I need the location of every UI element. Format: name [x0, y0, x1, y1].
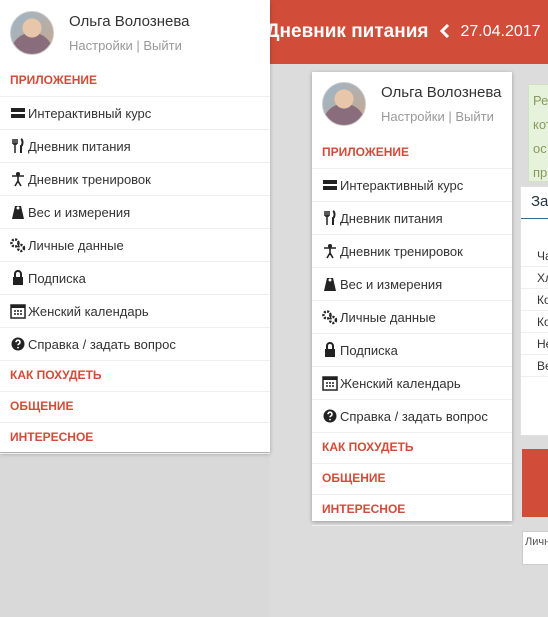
lock-icon [320, 342, 340, 358]
personal-input[interactable]: Личн [522, 531, 548, 565]
section-social[interactable]: ОБЩЕНИЕ [0, 392, 270, 423]
menu-item-label: Дневник питания [28, 138, 131, 154]
side-menu: Ольга Волознева Настройки | Выйти ПРИЛОЖ… [0, 0, 270, 454]
menu-item-label: Личные данные [28, 237, 124, 253]
fork-knife-icon [8, 138, 28, 154]
gears-icon [8, 237, 28, 253]
table-row: Ча [521, 245, 548, 267]
menu-item-subscription[interactable]: Подписка [0, 262, 270, 295]
menu-item-weight[interactable]: Вес и измерения [0, 196, 270, 229]
menu-item-label: Подписка [340, 342, 398, 358]
menu-item-personal[interactable]: Личные данные [312, 301, 512, 334]
user-name: Ольга Волознева [381, 84, 502, 101]
logout-link[interactable]: Выйти [455, 109, 494, 124]
table-row: Ко [521, 311, 548, 333]
menu-item-calendar[interactable]: Женский календарь [0, 295, 270, 328]
calendar-icon [8, 303, 28, 319]
calendar-icon [320, 375, 340, 391]
user-panel: Ольга Волознева Настройки | Выйти [312, 72, 512, 138]
question-icon [8, 337, 28, 351]
separator: | [136, 38, 140, 53]
gears-icon [320, 309, 340, 325]
menu-item-label: Дневник питания [340, 210, 443, 226]
section-lose-weight[interactable]: КАК ПОХУДЕТЬ [0, 361, 270, 392]
scale-icon [320, 276, 340, 292]
section-interesting[interactable]: ИНТЕРЕСНОЕ [0, 423, 270, 454]
lock-icon [8, 270, 28, 286]
menu-item-label: Справка / задать вопрос [28, 336, 176, 352]
course-icon [8, 107, 28, 119]
section-app: ПРИЛОЖЕНИЕ [0, 66, 270, 97]
menu-item-label: Справка / задать вопрос [340, 408, 488, 424]
menu-item-label: Личные данные [340, 309, 436, 325]
menu-item-calendar[interactable]: Женский календарь [312, 367, 512, 400]
menu-item-food-diary[interactable]: Дневник питания [312, 202, 512, 235]
summary-card: За Ча Хл Ко Ко Не Ве [520, 186, 548, 436]
page-title: Дневник питания [270, 21, 429, 42]
section-app: ПРИЛОЖЕНИЕ [312, 138, 512, 169]
menu-item-label: Вес и измерения [28, 204, 131, 220]
menu-item-label: Интерактивный курс [28, 105, 152, 121]
menu-item-workout-diary[interactable]: Дневник тренировок [312, 235, 512, 268]
question-icon [320, 409, 340, 423]
fitness-icon [320, 243, 340, 259]
table-row: Ве [521, 355, 548, 377]
fork-knife-icon [320, 210, 340, 226]
chevron-left-icon[interactable] [440, 23, 450, 41]
info-line: пр [533, 165, 548, 180]
menu-item-course[interactable]: Интерактивный курс [0, 97, 270, 130]
separator: | [448, 109, 452, 124]
menu-item-label: Подписка [28, 270, 86, 286]
section-social[interactable]: ОБЩЕНИЕ [312, 464, 512, 495]
menu-item-label: Вес и измерения [340, 276, 443, 292]
course-icon [320, 179, 340, 191]
fitness-icon [8, 171, 28, 187]
menu-item-label: Дневник тренировок [340, 243, 463, 259]
menu-item-course[interactable]: Интерактивный курс [312, 169, 512, 202]
info-line: Ре [533, 93, 548, 108]
info-box: Ре кот ос пр [528, 84, 548, 182]
settings-link[interactable]: Настройки [381, 109, 445, 124]
scale-icon [8, 204, 28, 220]
logout-link[interactable]: Выйти [143, 38, 182, 53]
menu-item-label: Женский календарь [28, 303, 149, 319]
side-menu-secondary: Ольга Волознева Настройки | Выйти ПРИЛОЖ… [312, 72, 512, 526]
table-row: Не [521, 333, 548, 355]
user-name: Ольга Волознева [69, 13, 190, 30]
menu-item-label: Дневник тренировок [28, 171, 151, 187]
table-row: Ко [521, 289, 548, 311]
action-banner[interactable] [522, 449, 548, 517]
table-row: Хл [521, 267, 548, 289]
section-interesting[interactable]: ИНТЕРЕСНОЕ [312, 495, 512, 526]
menu-item-personal[interactable]: Личные данные [0, 229, 270, 262]
menu-item-workout-diary[interactable]: Дневник тренировок [0, 163, 270, 196]
settings-link[interactable]: Настройки [69, 38, 133, 53]
menu-item-weight[interactable]: Вес и измерения [312, 268, 512, 301]
menu-item-label: Интерактивный курс [340, 177, 464, 193]
section-lose-weight[interactable]: КАК ПОХУДЕТЬ [312, 433, 512, 464]
menu-item-food-diary[interactable]: Дневник питания [0, 130, 270, 163]
menu-item-help[interactable]: Справка / задать вопрос [312, 400, 512, 433]
user-panel: Ольга Волознева Настройки | Выйти [0, 0, 270, 66]
app-header: Дневник питания 27.04.2017 [270, 0, 548, 64]
info-line: ос [533, 141, 547, 156]
card-title: За [521, 187, 548, 219]
menu-item-subscription[interactable]: Подписка [312, 334, 512, 367]
avatar[interactable] [10, 11, 54, 55]
avatar[interactable] [322, 82, 366, 126]
menu-item-help[interactable]: Справка / задать вопрос [0, 328, 270, 361]
menu-item-label: Женский календарь [340, 375, 461, 391]
date-label[interactable]: 27.04.2017 [460, 23, 540, 41]
info-line: кот [533, 117, 548, 132]
